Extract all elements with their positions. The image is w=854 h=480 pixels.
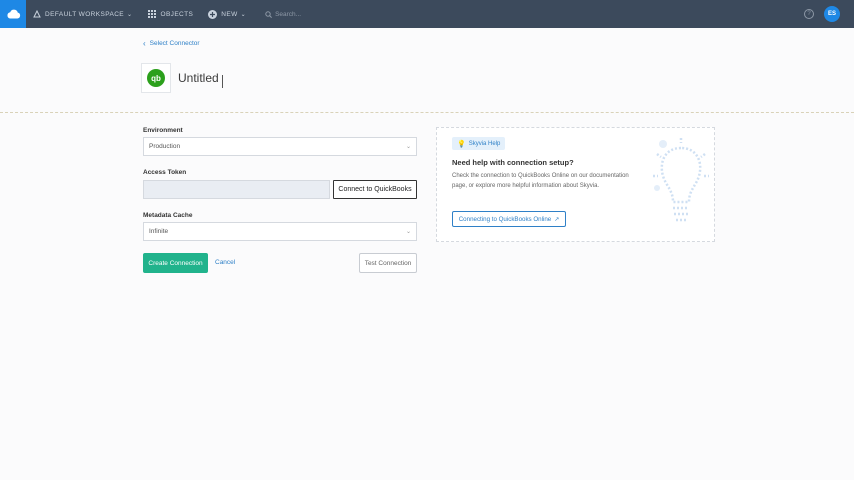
chevron-down-icon: ⌄ [405,229,411,235]
lightbulb-illustration-icon [653,138,709,222]
quickbooks-logo-icon: qb [147,69,165,87]
search-input[interactable]: Search... [275,11,301,18]
user-avatar[interactable]: ES [824,6,840,22]
cancel-button[interactable]: Cancel [215,259,235,266]
help-description: Check the connection to QuickBooks Onlin… [452,173,629,189]
help-title: Need help with connection setup? [452,158,574,167]
new-menu[interactable]: NEW ⌄ [208,0,246,28]
connect-quickbooks-button[interactable]: Connect to QuickBooks [333,180,417,199]
external-link-icon: ↗ [554,216,560,223]
search-box[interactable]: Search... [265,11,301,18]
test-connection-button[interactable]: Test Connection [359,253,417,273]
workspace-label: DEFAULT WORKSPACE [45,10,125,18]
metadata-cache-label: Metadata Cache [143,212,193,219]
connector-logo: qb [141,63,171,93]
chevron-down-icon: ⌄ [127,11,133,18]
text-cursor [222,75,228,88]
lightbulb-icon: 💡 [457,140,466,148]
new-label: NEW [221,10,238,18]
environment-select[interactable]: Production ⌄ [143,137,417,156]
top-navigation-bar: DEFAULT WORKSPACE ⌄ OBJECTS NEW ⌄ Search… [0,0,854,28]
help-badge-label: Skyvia Help [468,140,501,147]
workspace-selector[interactable]: DEFAULT WORKSPACE ⌄ [33,0,132,28]
connection-title[interactable]: Untitled [178,71,219,85]
chevron-down-icon: ⌄ [240,11,247,18]
workspace-icon [33,10,41,18]
metadata-cache-select[interactable]: Infinite ⌄ [143,222,417,241]
chevron-left-icon: ‹ [143,39,146,48]
chevron-down-icon: ⌄ [405,144,411,150]
objects-menu[interactable]: OBJECTS [148,0,193,28]
access-token-field[interactable] [143,180,330,199]
metadata-cache-value: Infinite [149,228,169,235]
search-icon [265,10,273,18]
header-divider [0,112,854,113]
environment-value: Production [149,143,181,150]
skyvia-logo[interactable] [0,0,26,28]
objects-label: OBJECTS [160,10,194,18]
back-link[interactable]: ‹ Select Connector [143,39,200,48]
create-connection-button[interactable]: Create Connection [143,253,208,273]
environment-label: Environment [143,127,183,134]
help-documentation-link[interactable]: Connecting to QuickBooks Online ↗ [452,211,566,227]
help-panel: 💡 Skyvia Help Need help with connection … [436,127,715,242]
help-link-label: Connecting to QuickBooks Online [458,215,552,223]
back-link-label: Select Connector [149,40,200,47]
skyvia-help-badge: 💡 Skyvia Help [452,137,506,150]
grid-icon [148,10,157,18]
access-token-label: Access Token [143,169,187,176]
cloud-icon [6,9,20,19]
plus-circle-icon [208,9,218,19]
help-icon[interactable]: ? [804,9,814,19]
